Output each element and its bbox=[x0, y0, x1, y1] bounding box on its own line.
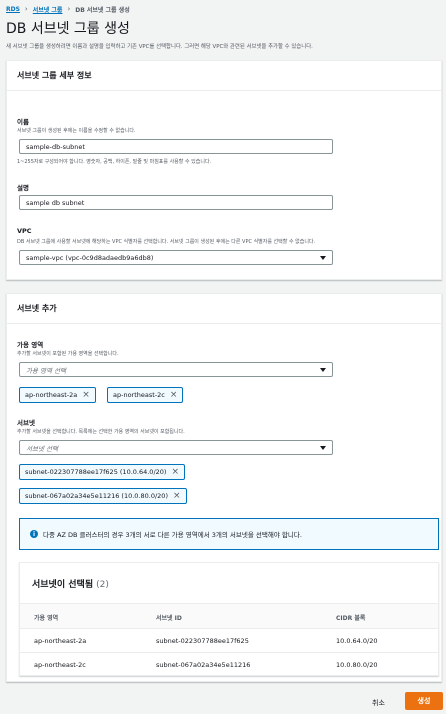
vpc-select[interactable]: sample-vpc (vpc-0c9d8adaedb9a6db8) bbox=[19, 250, 333, 265]
subnet-description: 추가할 서브넷을 선택합니다. 목록에는 선택한 가용 영역의 서브넷이 포함됩… bbox=[17, 429, 185, 435]
cell-az: ap-northeast-2a bbox=[34, 637, 87, 645]
breadcrumb-rds-link[interactable]: RDS bbox=[6, 6, 20, 13]
name-input[interactable]: sample-db-subnet bbox=[19, 139, 333, 154]
info-icon: i bbox=[30, 530, 38, 538]
name-label: 이름 bbox=[17, 118, 29, 126]
remove-token-icon[interactable]: × bbox=[171, 467, 179, 477]
caret-down-icon bbox=[320, 446, 326, 450]
subnet-token: subnet-022307788ee17f625 (10.0.64.0/20) … bbox=[19, 464, 185, 480]
table-row: ap-northeast-2a subnet-022307788ee17f625… bbox=[20, 629, 438, 653]
subnet-select[interactable]: 서브넷 선택 bbox=[19, 440, 333, 455]
cell-az: ap-northeast-2c bbox=[34, 661, 86, 669]
add-subnets-header: 서브넷 추가 bbox=[7, 294, 441, 324]
info-text: 다중 AZ DB 클러스터의 경우 3개의 서로 다른 가용 영역에서 3개의 … bbox=[43, 531, 302, 539]
table-header: 가용 영역 서브넷 ID CIDR 블록 bbox=[20, 603, 438, 629]
column-header-az: 가용 영역 bbox=[34, 615, 59, 622]
subnet-select-placeholder: 서브넷 선택 bbox=[26, 444, 58, 453]
remove-token-icon[interactable]: × bbox=[170, 390, 178, 400]
cell-subnet-id: subnet-067a02a34e5e11216 bbox=[156, 661, 251, 669]
subnet-token-label: subnet-022307788ee17f625 (10.0.64.0/20) bbox=[25, 468, 167, 476]
breadcrumb-subnet-groups-link[interactable]: 서브넷 그룹 bbox=[33, 5, 63, 14]
az-label: 가용 영역 bbox=[17, 341, 44, 349]
cell-cidr: 10.0.80.0/20 bbox=[336, 661, 378, 669]
az-token-label: ap-northeast-2c bbox=[113, 391, 165, 399]
cell-subnet-id: subnet-022307788ee17f625 bbox=[156, 637, 249, 645]
selected-subnets-table: 서브넷이 선택됨 (2) 가용 영역 서브넷 ID CIDR 블록 ap-nort… bbox=[19, 562, 439, 676]
multi-az-info-alert: i 다중 AZ DB 클러스터의 경우 3개의 서로 다른 가용 영역에서 3개… bbox=[19, 518, 439, 550]
breadcrumb: RDS › 서브넷 그룹 › DB 서브넷 그룹 생성 bbox=[6, 4, 130, 14]
description-label: 설명 bbox=[17, 184, 29, 192]
az-token: ap-northeast-2c × bbox=[107, 387, 184, 403]
details-header: 서브넷 그룹 세부 정보 bbox=[7, 61, 441, 91]
selected-subnets-title: 서브넷이 선택됨 (2) bbox=[32, 577, 109, 590]
name-description: 서브넷 그룹이 생성된 후에는 이름을 수정할 수 없습니다. bbox=[17, 128, 136, 134]
chevron-right-icon: › bbox=[67, 5, 71, 13]
remove-token-icon[interactable]: × bbox=[82, 390, 90, 400]
subnet-token: subnet-067a02a34e5e11216 (10.0.80.0/20) … bbox=[19, 488, 187, 504]
column-header-cidr: CIDR 블록 bbox=[336, 615, 366, 622]
subnet-label: 서브넷 bbox=[17, 419, 35, 427]
remove-token-icon[interactable]: × bbox=[173, 491, 181, 501]
az-description: 추가할 서브넷이 포함된 가용 영역을 선택합니다. bbox=[17, 351, 119, 357]
column-header-subnet-id: 서브넷 ID bbox=[156, 615, 182, 622]
caret-down-icon bbox=[320, 368, 326, 372]
breadcrumb-current: DB 서브넷 그룹 생성 bbox=[75, 6, 130, 14]
vpc-description: DB 서브넷 그룹에 사용할 서브넷에 해당하는 VPC 식별자를 선택합니다.… bbox=[17, 239, 316, 245]
create-button[interactable]: 생성 bbox=[405, 692, 443, 710]
vpc-select-value: sample-vpc (vpc-0c9d8adaedb9a6db8) bbox=[26, 253, 154, 262]
az-token: ap-northeast-2a × bbox=[19, 387, 96, 403]
az-select-placeholder: 가용 영역 선택 bbox=[26, 366, 67, 375]
name-constraint: 1~255자로 구성되어야 합니다. 영숫자, 공백, 하이픈, 밑줄 및 마침… bbox=[17, 159, 212, 165]
selected-count: (2) bbox=[96, 580, 109, 590]
subnet-group-details-panel: 서브넷 그룹 세부 정보 이름 서브넷 그룹이 생성된 후에는 이름을 수정할 … bbox=[6, 60, 442, 280]
caret-down-icon bbox=[320, 256, 326, 260]
vpc-label: VPC bbox=[17, 227, 32, 235]
add-subnets-panel: 서브넷 추가 가용 영역 추가할 서브넷이 포함된 가용 영역을 선택합니다. … bbox=[6, 293, 442, 682]
page-title: DB 서브넷 그룹 생성 bbox=[6, 21, 130, 37]
table-row: ap-northeast-2c subnet-067a02a34e5e11216… bbox=[20, 653, 438, 677]
az-token-label: ap-northeast-2a bbox=[25, 391, 78, 399]
selected-title-text: 서브넷이 선택됨 bbox=[32, 580, 94, 590]
az-select[interactable]: 가용 영역 선택 bbox=[19, 362, 333, 377]
chevron-right-icon: › bbox=[24, 5, 28, 13]
subnet-token-label: subnet-067a02a34e5e11216 (10.0.80.0/20) bbox=[25, 492, 168, 500]
cancel-button[interactable]: 취소 bbox=[372, 698, 385, 708]
description-input[interactable]: sample db subnet bbox=[19, 195, 333, 210]
cell-cidr: 10.0.64.0/20 bbox=[336, 637, 378, 645]
page-description: 새 서브넷 그룹을 생성하려면 이름과 설명을 입력하고 기존 VPC를 선택합… bbox=[6, 44, 313, 50]
